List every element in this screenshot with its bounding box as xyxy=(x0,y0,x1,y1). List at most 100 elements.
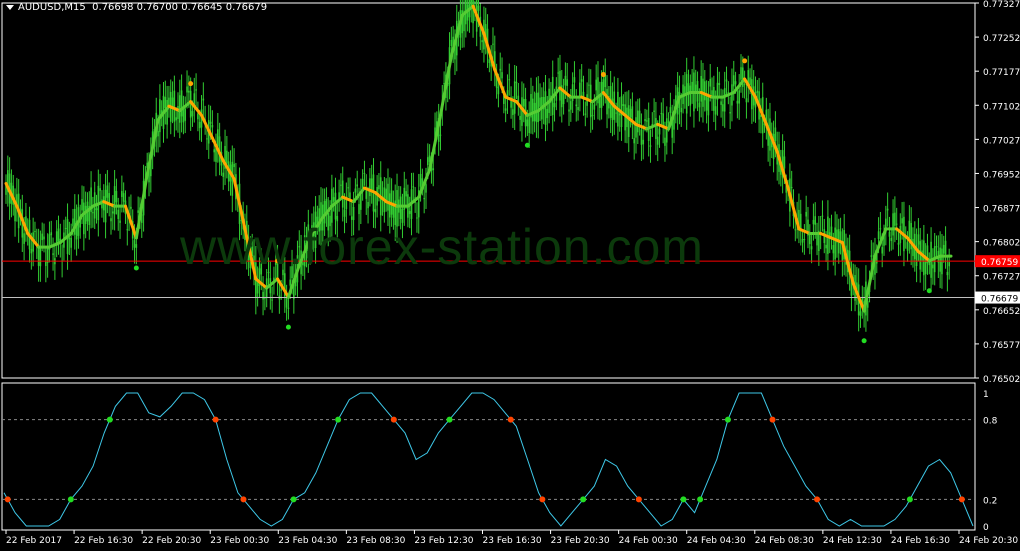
candle-body xyxy=(539,97,541,107)
candle-body xyxy=(689,85,692,106)
candle-body xyxy=(45,261,47,266)
candle-body xyxy=(646,120,648,122)
price-tick-label: 0.76952 xyxy=(983,170,1020,180)
candle-body xyxy=(834,227,836,260)
trading-chart[interactable]: 0.77327 0.77252 0.77177 0.77102 0.77027 0.769… xyxy=(0,0,1020,551)
candle-body xyxy=(821,215,824,217)
candle-body xyxy=(425,184,427,193)
oscillator-sell-dot xyxy=(212,416,219,423)
candle-body xyxy=(195,89,197,91)
candle-body xyxy=(363,172,366,174)
candle-body xyxy=(526,119,529,127)
candle-body xyxy=(481,40,483,43)
candle-body xyxy=(577,107,579,111)
candle-body xyxy=(488,59,491,64)
time-axis-label: 24 Feb 20:30 xyxy=(959,536,1018,546)
buy-signal-dot xyxy=(524,142,530,148)
candle-body xyxy=(734,81,737,85)
time-axis-label: 23 Feb 12:30 xyxy=(414,536,473,546)
oscillator-buy-dot xyxy=(724,416,731,423)
candle-body xyxy=(723,88,726,112)
candle-body xyxy=(95,208,98,211)
candle-body xyxy=(803,239,806,241)
candle-body xyxy=(528,116,530,134)
candle-body xyxy=(665,118,668,143)
sell-signal-dot xyxy=(600,72,606,78)
candle-body xyxy=(948,262,950,267)
time-axis-label: 22 Feb 20:30 xyxy=(142,536,201,546)
candle-body xyxy=(166,99,168,125)
oscillator-buy-dot xyxy=(67,496,74,503)
candle-body xyxy=(99,188,101,191)
candle-body xyxy=(367,201,369,209)
candle-body xyxy=(347,187,349,189)
candle-body xyxy=(633,138,635,144)
candle-body xyxy=(271,299,273,301)
candle-body xyxy=(280,289,282,291)
candle-body xyxy=(743,84,746,86)
candle-body xyxy=(387,183,389,211)
time-axis-label: 24 Feb 04:30 xyxy=(687,536,746,546)
candle-body xyxy=(644,119,646,122)
candle-body xyxy=(703,81,706,101)
candle-body xyxy=(115,190,118,203)
candle-body xyxy=(126,229,129,231)
candle-body xyxy=(894,212,896,226)
candle-body xyxy=(745,98,748,103)
candle-body xyxy=(584,113,587,115)
candle-body xyxy=(808,234,811,245)
candle-body xyxy=(687,83,690,93)
candle-body xyxy=(356,184,359,187)
candle-body xyxy=(638,110,641,124)
time-axis-label: 23 Feb 00:30 xyxy=(210,536,269,546)
candle-body xyxy=(180,90,183,117)
candle-body xyxy=(130,206,132,209)
candle-body xyxy=(810,246,813,250)
price-tick-label: 0.77252 xyxy=(983,34,1020,44)
candle-body xyxy=(289,279,292,286)
time-axis-label: 23 Feb 20:30 xyxy=(551,536,610,546)
candle-body xyxy=(749,77,751,85)
price-tick-label: 0.77027 xyxy=(983,136,1020,146)
candle-body xyxy=(580,79,583,82)
candle-body xyxy=(635,117,637,138)
oscillator-line xyxy=(3,392,974,527)
candle-body xyxy=(70,237,72,248)
candle-body xyxy=(588,84,590,86)
candle-body xyxy=(177,106,179,119)
candle-body xyxy=(669,107,672,113)
oscillator-tick-label: 1 xyxy=(983,390,989,400)
candle-body xyxy=(41,233,44,241)
candle-body xyxy=(622,104,625,106)
candle-body xyxy=(30,249,33,254)
candle-body xyxy=(354,188,357,193)
candle-body xyxy=(427,157,429,166)
collapse-triangle-icon[interactable] xyxy=(6,4,14,10)
candle-body xyxy=(202,98,205,101)
oscillator-buy-dot xyxy=(446,416,453,423)
time-axis-label: 23 Feb 08:30 xyxy=(346,536,405,546)
candle-body xyxy=(870,255,873,257)
candle-body xyxy=(602,79,605,92)
candle-body xyxy=(656,136,659,145)
candle-body xyxy=(119,220,121,223)
candle-body xyxy=(886,208,889,211)
candle-body xyxy=(756,90,759,93)
candle-body xyxy=(439,134,442,136)
price-tick-label: 0.76877 xyxy=(983,205,1020,215)
candle-body xyxy=(513,81,516,114)
candle-body xyxy=(50,232,53,236)
candle-body xyxy=(832,245,835,254)
candle-body xyxy=(34,231,36,233)
symbol-timeframe: AUDUSD,M15 xyxy=(18,2,86,13)
time-axis-label: 22 Feb 16:30 xyxy=(74,536,133,546)
candle-body xyxy=(627,105,630,137)
candle-body xyxy=(84,205,87,225)
candle-body xyxy=(814,216,817,225)
candle-body xyxy=(932,264,934,269)
candle-body xyxy=(206,138,208,140)
candle-body xyxy=(226,150,228,164)
candle-body xyxy=(164,97,167,109)
candle-body xyxy=(906,242,909,251)
candle-body xyxy=(157,130,159,137)
